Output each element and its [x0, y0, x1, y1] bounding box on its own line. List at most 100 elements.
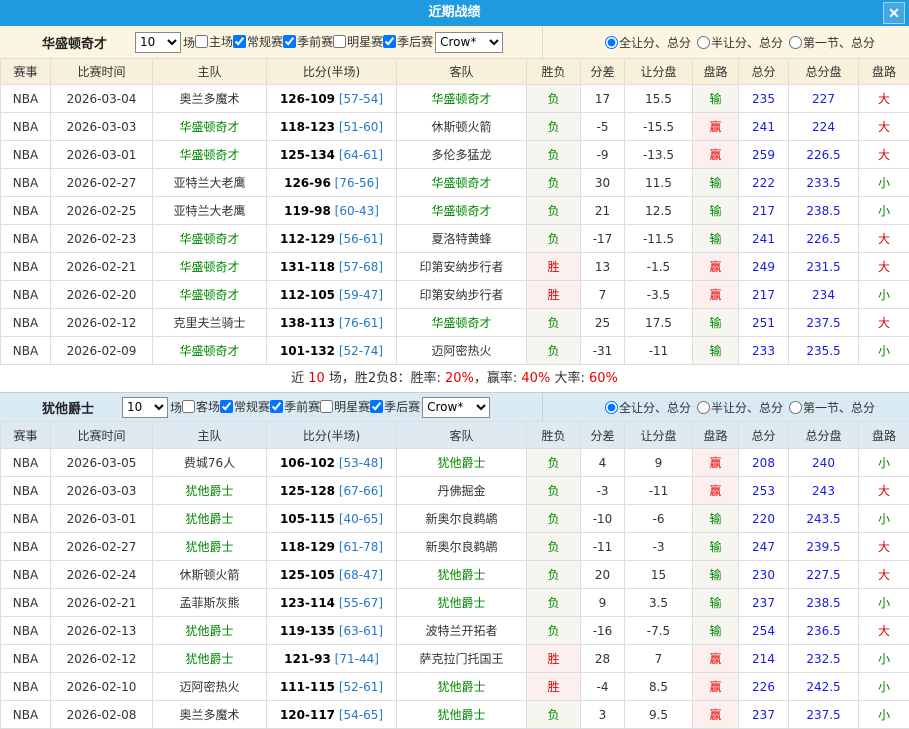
handicap-line-cell: 9.5: [625, 701, 693, 729]
home-team-cell: 奥兰多魔术: [153, 85, 267, 113]
home-team-cell: 亚特兰大老鹰: [153, 197, 267, 225]
score-cell: 131-118 [57-68]: [267, 253, 397, 281]
summary-text: 场，胜2负8：胜率:: [325, 371, 445, 386]
games-count-select[interactable]: 10: [122, 397, 168, 418]
handicap-result-cell: 赢: [693, 281, 739, 309]
total-points-cell: 251: [739, 309, 789, 337]
win-loss-cell: 负: [527, 477, 581, 505]
handicap-line-cell: -3.5: [625, 281, 693, 309]
score-cell: 125-128 [67-66]: [267, 477, 397, 505]
filter-checkbox[interactable]: [195, 35, 208, 48]
league-cell: NBA: [1, 561, 51, 589]
mode-select[interactable]: Crow*: [435, 32, 503, 53]
total-points-cell: 241: [739, 225, 789, 253]
odds-mode-radio[interactable]: [605, 36, 618, 49]
filterbar-jazz: 犹他爵士 10 场 客场常规赛季前赛明星赛季后赛 Crow* 全让分、总分半让分…: [0, 393, 909, 421]
column-header: 主队: [153, 59, 267, 85]
away-team-cell: 华盛顿奇才: [397, 169, 527, 197]
filter-checkbox[interactable]: [383, 35, 396, 48]
game-row: NBA2026-02-09华盛顿奇才101-132 [52-74]迈阿密热火负-…: [1, 337, 909, 365]
filter-checkbox[interactable]: [283, 35, 296, 48]
score-cell: 118-129 [61-78]: [267, 533, 397, 561]
column-header: 客队: [397, 59, 527, 85]
odds-mode-radio[interactable]: [789, 401, 802, 414]
away-team-cell: 夏洛特黄蜂: [397, 225, 527, 253]
filter-checkbox-group: 客场常规赛季前赛明星赛季后赛: [182, 398, 420, 416]
league-cell: NBA: [1, 505, 51, 533]
handicap-result-cell: 赢: [693, 701, 739, 729]
team-name-label: 犹他爵士: [42, 398, 94, 417]
filter-checkbox[interactable]: [270, 400, 283, 413]
handicap-result-cell: 输: [693, 309, 739, 337]
summary-value: 20%: [445, 371, 474, 386]
filter-checkbox-text: 季前赛: [297, 33, 333, 50]
odds-mode-radio-label: 半让分、总分: [697, 399, 783, 416]
column-header: 赛事: [1, 59, 51, 85]
total-points-cell: 237: [739, 589, 789, 617]
odds-mode-radio[interactable]: [697, 401, 710, 414]
home-team-cell: 华盛顿奇才: [153, 281, 267, 309]
handicap-line-cell: -11: [625, 337, 693, 365]
total-line-cell: 242.5: [789, 673, 859, 701]
win-loss-cell: 负: [527, 449, 581, 477]
filter-checkbox[interactable]: [182, 400, 195, 413]
score-cell: 120-117 [54-65]: [267, 701, 397, 729]
score-cell: 119-135 [63-61]: [267, 617, 397, 645]
total-line-cell: 227: [789, 85, 859, 113]
win-loss-cell: 负: [527, 617, 581, 645]
game-row: NBA2026-02-12克里夫兰骑士138-113 [76-61]华盛顿奇才负…: [1, 309, 909, 337]
point-diff-cell: 13: [581, 253, 625, 281]
odds-mode-radio[interactable]: [697, 36, 710, 49]
filter-checkbox-text: 客场: [196, 398, 220, 415]
recent-results-modal: 近期战绩 ✕ 华盛顿奇才 10 场 主场常规赛季前赛明星赛季后赛 Crow* 全…: [0, 0, 909, 728]
filter-checkbox-label: 明星赛: [320, 398, 370, 415]
league-cell: NBA: [1, 645, 51, 673]
handicap-result-cell: 输: [693, 337, 739, 365]
total-points-cell: 254: [739, 617, 789, 645]
mode-select[interactable]: Crow*: [422, 397, 490, 418]
filter-checkbox[interactable]: [320, 400, 333, 413]
filter-checkbox[interactable]: [370, 400, 383, 413]
over-under-cell: 大: [859, 253, 909, 281]
date-cell: 2026-02-12: [51, 645, 153, 673]
game-row: NBA2026-02-24休斯顿火箭125-105 [68-47]犹他爵士负20…: [1, 561, 909, 589]
score-cell: 101-132 [52-74]: [267, 337, 397, 365]
win-loss-cell: 负: [527, 589, 581, 617]
total-points-cell: 230: [739, 561, 789, 589]
date-cell: 2026-02-27: [51, 533, 153, 561]
filter-checkbox[interactable]: [233, 35, 246, 48]
results-table-jazz: 赛事比赛时间主队比分(半场)客队胜负分差让分盘盘路总分总分盘盘路 NBA2026…: [0, 421, 909, 729]
league-cell: NBA: [1, 337, 51, 365]
filter-checkbox-label: 季后赛: [383, 33, 433, 50]
odds-mode-radio-group: 全让分、总分半让分、总分第一节、总分: [543, 399, 909, 416]
league-cell: NBA: [1, 141, 51, 169]
column-header: 胜负: [527, 59, 581, 85]
total-points-cell: 249: [739, 253, 789, 281]
date-cell: 2026-02-20: [51, 281, 153, 309]
league-cell: NBA: [1, 197, 51, 225]
column-header: 胜负: [527, 422, 581, 449]
total-points-cell: 217: [739, 281, 789, 309]
game-row: NBA2026-03-01华盛顿奇才125-134 [64-61]多伦多猛龙负-…: [1, 141, 909, 169]
close-button[interactable]: ✕: [883, 2, 905, 24]
summary-bar: 近 10 场，胜2负8：胜率: 20%，赢率: 40% 大率: 60%: [0, 365, 909, 393]
odds-mode-radio[interactable]: [789, 36, 802, 49]
point-diff-cell: -5: [581, 113, 625, 141]
summary-text: 近: [291, 371, 308, 386]
win-loss-cell: 负: [527, 337, 581, 365]
filter-checkbox[interactable]: [333, 35, 346, 48]
odds-mode-radio-group: 全让分、总分半让分、总分第一节、总分: [543, 34, 909, 51]
odds-mode-radio-text: 半让分、总分: [711, 399, 783, 416]
column-header: 客队: [397, 422, 527, 449]
date-cell: 2026-02-10: [51, 673, 153, 701]
score-cell: 123-114 [55-67]: [267, 589, 397, 617]
game-row: NBA2026-02-27犹他爵士118-129 [61-78]新奥尔良鹈鹕负-…: [1, 533, 909, 561]
point-diff-cell: 9: [581, 589, 625, 617]
filter-checkbox[interactable]: [220, 400, 233, 413]
away-team-cell: 犹他爵士: [397, 561, 527, 589]
odds-mode-radio[interactable]: [605, 401, 618, 414]
over-under-cell: 大: [859, 225, 909, 253]
games-count-select[interactable]: 10: [135, 32, 181, 53]
handicap-result-cell: 赢: [693, 449, 739, 477]
over-under-cell: 小: [859, 505, 909, 533]
